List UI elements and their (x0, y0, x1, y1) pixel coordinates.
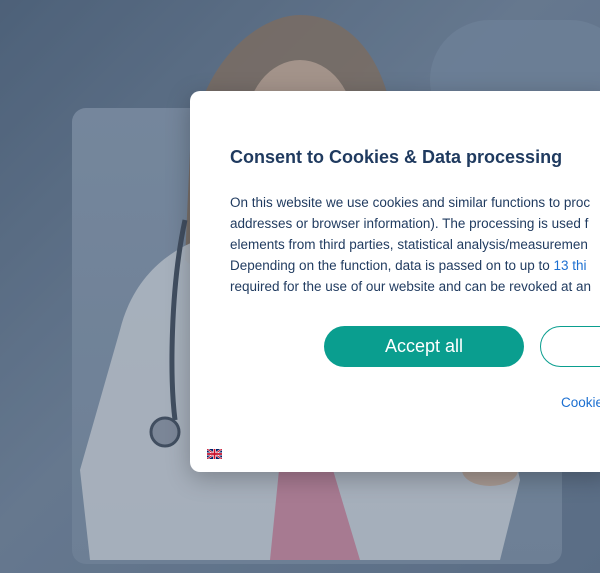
accept-all-button[interactable]: Accept all (324, 326, 524, 367)
consent-text-line: On this website we use cookies and simil… (230, 195, 591, 210)
consent-text-line: elements from third parties, statistical… (230, 237, 588, 252)
consent-text-line: required for the use of our website and … (230, 279, 591, 294)
cookie-settings-link[interactable]: Cookie (561, 395, 600, 410)
cookie-consent-dialog: Consent to Cookies & Data processing On … (190, 91, 600, 472)
consent-description: On this website we use cookies and simil… (230, 192, 600, 297)
consent-text-line-with-link: Depending on the function, data is passe… (230, 255, 600, 276)
secondary-consent-button[interactable] (540, 326, 600, 367)
uk-flag-icon[interactable] (207, 449, 222, 459)
third-parties-link[interactable]: 13 thi (554, 258, 587, 273)
consent-text-line: addresses or browser information). The p… (230, 216, 589, 231)
consent-text-prefix: Depending on the function, data is passe… (230, 258, 554, 273)
consent-title: Consent to Cookies & Data processing (230, 147, 563, 167)
